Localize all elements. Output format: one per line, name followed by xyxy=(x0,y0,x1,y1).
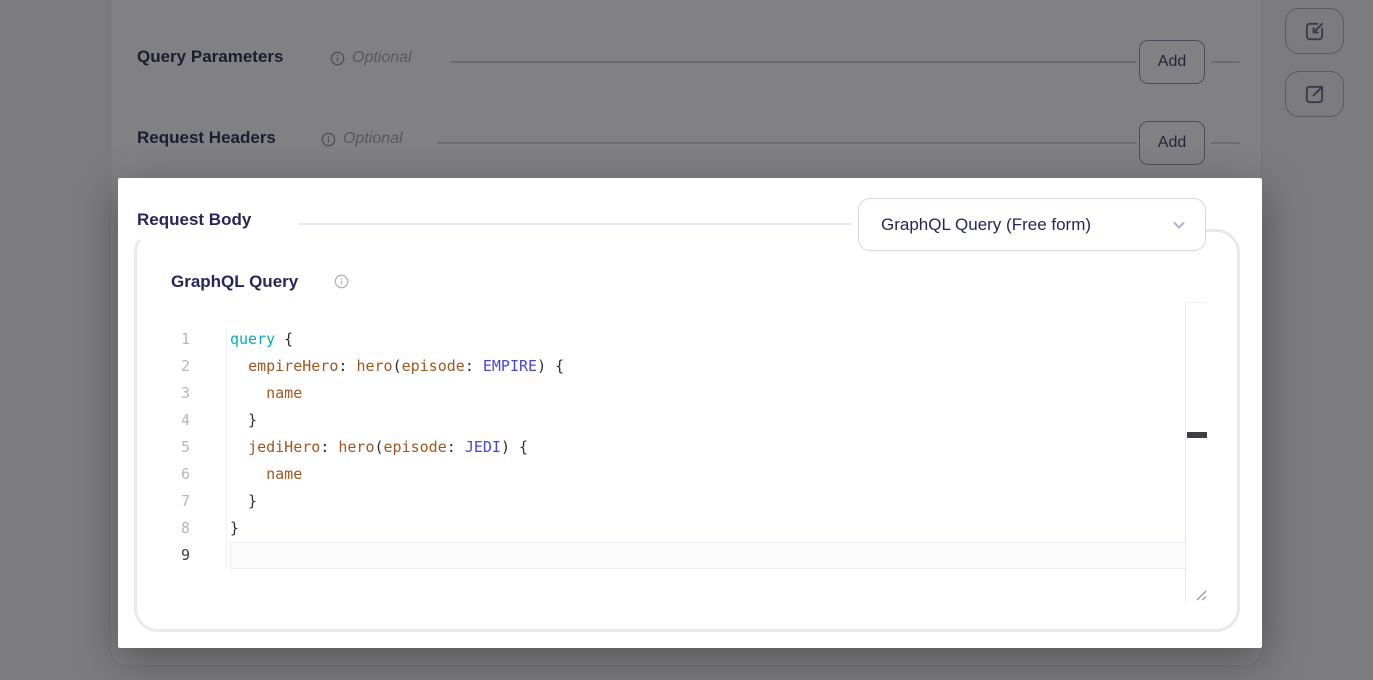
graphql-code-editor[interactable]: query { empireHero: hero(episode: EMPIRE… xyxy=(230,326,564,569)
code-token: empireHero xyxy=(248,357,338,375)
textarea-resize-handle[interactable] xyxy=(1194,588,1208,602)
code-token: EMPIRE xyxy=(483,357,537,375)
code-token xyxy=(230,384,266,402)
code-token xyxy=(230,465,266,483)
code-token: } xyxy=(230,411,257,429)
code-line[interactable]: jediHero: hero(episode: JEDI) { xyxy=(230,434,564,461)
code-line[interactable]: query { xyxy=(230,326,564,353)
line-number: 9 xyxy=(138,542,190,569)
code-token: } xyxy=(230,492,257,510)
line-number: 4 xyxy=(138,407,190,434)
gutter-separator xyxy=(226,328,227,568)
line-number: 8 xyxy=(138,515,190,542)
code-token: jediHero xyxy=(248,438,320,456)
line-number: 6 xyxy=(138,461,190,488)
body-type-select[interactable]: GraphQL Query (Free form) xyxy=(858,198,1206,251)
divider xyxy=(298,223,852,225)
code-token xyxy=(230,438,248,456)
request-body-heading: Request Body xyxy=(137,210,251,230)
info-icon[interactable] xyxy=(334,274,349,289)
code-token: hero xyxy=(356,357,392,375)
code-line[interactable]: } xyxy=(230,407,564,434)
code-token: query xyxy=(230,330,275,348)
code-token: episode xyxy=(402,357,465,375)
request-body-modal: Request Body GraphQL Query (Free form) G… xyxy=(118,178,1262,648)
editor-scrollbar-track[interactable] xyxy=(1185,302,1206,601)
code-token: : xyxy=(320,438,338,456)
code-line[interactable]: empireHero: hero(episode: EMPIRE) { xyxy=(230,353,564,380)
code-line[interactable]: } xyxy=(230,488,564,515)
line-number: 2 xyxy=(138,353,190,380)
code-token: ( xyxy=(375,438,384,456)
graphql-query-label: GraphQL Query xyxy=(171,272,298,292)
code-token: { xyxy=(275,330,293,348)
code-token: hero xyxy=(338,438,374,456)
code-token: : xyxy=(338,357,356,375)
line-number: 5 xyxy=(138,434,190,461)
code-line[interactable]: } xyxy=(230,515,564,542)
line-number: 1 xyxy=(138,326,190,353)
editor-scrollbar-thumb[interactable] xyxy=(1187,432,1207,438)
code-line[interactable]: name xyxy=(230,461,564,488)
code-token: episode xyxy=(384,438,447,456)
body-type-value: GraphQL Query (Free form) xyxy=(881,215,1171,235)
code-line[interactable]: name xyxy=(230,380,564,407)
chevron-down-icon xyxy=(1171,217,1187,233)
code-token: : xyxy=(465,357,483,375)
code-line[interactable] xyxy=(230,542,564,569)
code-token: ) { xyxy=(537,357,564,375)
code-token: ) { xyxy=(501,438,528,456)
line-number-gutter: 123456789 xyxy=(138,326,190,569)
line-number: 7 xyxy=(138,488,190,515)
code-token: name xyxy=(266,384,302,402)
code-token: ( xyxy=(393,357,402,375)
line-number: 3 xyxy=(138,380,190,407)
code-token: } xyxy=(230,519,239,537)
code-token: : xyxy=(447,438,465,456)
resource-settings-page: Query Parameters Optional Add Request He… xyxy=(0,0,1373,680)
code-token xyxy=(230,357,248,375)
code-token: JEDI xyxy=(465,438,501,456)
code-token: name xyxy=(266,465,302,483)
